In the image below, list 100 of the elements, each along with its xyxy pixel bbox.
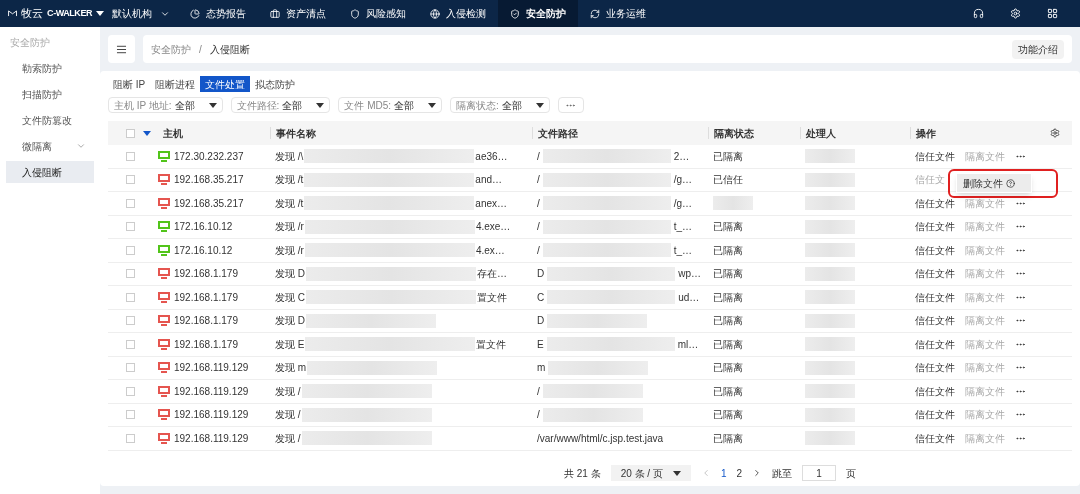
sidebar-item[interactable]: 入侵阻断 <box>6 161 94 183</box>
checkbox[interactable] <box>126 245 135 255</box>
checkbox[interactable] <box>126 410 135 420</box>
trust-file-link[interactable]: 信任文件 <box>915 430 955 446</box>
nav-tab[interactable]: 安全防护 <box>498 0 578 27</box>
status-text: 已隔离 <box>713 338 743 350</box>
filter-select[interactable]: 文件路径: 全部 <box>230 97 331 113</box>
checkbox[interactable] <box>126 339 135 349</box>
table-cell-text: D <box>537 314 545 329</box>
pie-chart-icon <box>190 8 200 19</box>
host-ip: 192.168.1.179 <box>174 337 238 352</box>
blurred-area <box>805 149 855 164</box>
sidebar-item[interactable]: 勒索防护 <box>6 57 94 79</box>
table-cell-text: / <box>537 173 540 188</box>
nav-tab[interactable]: 态势报告 <box>178 0 258 27</box>
grid-icon[interactable] <box>1047 8 1058 19</box>
blurred-area <box>713 196 753 211</box>
host-ip: 192.168.35.217 <box>174 173 244 188</box>
trust-file-link[interactable]: 信任文件 <box>915 219 955 235</box>
page-size-select[interactable]: 20 条 / 页 <box>610 465 691 481</box>
cycle-icon <box>590 8 600 19</box>
trust-file-link[interactable]: 信任文件 <box>915 360 955 376</box>
table-cell-text: 发现 /\ <box>275 149 304 164</box>
nav-tab[interactable]: 风险感知 <box>338 0 418 27</box>
caret-icon <box>208 102 217 108</box>
host-ip: 192.168.35.217 <box>174 196 244 211</box>
table-cell-text: /var/www/html/c.jsp.test.java <box>537 431 664 446</box>
status-text: 已隔离 <box>713 221 743 233</box>
checkbox[interactable] <box>126 363 135 373</box>
checkbox[interactable] <box>126 128 135 138</box>
table-cell-text: 发现 /r <box>275 243 304 258</box>
trust-file-link[interactable]: 信任文件 <box>915 336 955 352</box>
checkbox[interactable] <box>126 151 135 161</box>
checkbox[interactable] <box>126 386 135 396</box>
host-ip: 192.168.1.179 <box>174 290 238 305</box>
page-number[interactable]: 1 <box>720 465 727 481</box>
blurred-area <box>805 313 855 328</box>
table-cell-text: /g… <box>673 196 693 211</box>
table-cell-text: wp… <box>678 267 702 282</box>
host-ip: 172.30.232.237 <box>174 149 244 164</box>
sort-caret-icon <box>143 130 151 136</box>
caret-icon <box>96 11 104 16</box>
filter-select[interactable]: 文件 MD5: 全部 <box>338 97 443 113</box>
page-input[interactable]: 1 <box>802 465 837 481</box>
intro-button[interactable]: 功能介绍 <box>1012 39 1064 59</box>
checkbox[interactable] <box>126 433 135 443</box>
table-cell-text: 发现 /r <box>275 220 304 235</box>
blurred-area <box>805 360 855 375</box>
column-header: 操作 <box>916 126 936 141</box>
table-cell-text: 置文件 <box>477 290 507 305</box>
checkbox[interactable] <box>126 175 135 185</box>
table-cell-text: /g… <box>673 173 693 188</box>
table-cell-text: ae36… <box>475 149 508 164</box>
table-cell-text: / <box>537 408 540 423</box>
status-text: 已隔离 <box>713 362 743 374</box>
checkbox[interactable] <box>126 222 135 232</box>
nav-tab[interactable]: 业务运维 <box>578 0 658 27</box>
table-cell-text: D <box>537 267 545 282</box>
headset-icon[interactable] <box>973 8 984 19</box>
checkbox[interactable] <box>126 292 135 302</box>
nav-tab[interactable]: 资产清点 <box>258 0 338 27</box>
settings-icon[interactable] <box>1050 128 1060 138</box>
checkbox[interactable] <box>126 198 135 208</box>
sidebar-item[interactable]: 扫描防护 <box>6 83 94 105</box>
checkbox[interactable] <box>126 269 135 279</box>
blurred-area <box>805 243 855 258</box>
tab[interactable]: 文件处置 <box>200 76 251 92</box>
table-cell-text: m <box>537 361 546 376</box>
sidebar-item[interactable]: 微隔离 <box>6 135 94 157</box>
trust-file-link[interactable]: 信任文件 <box>915 148 955 164</box>
trust-file-link[interactable]: 信任文件 <box>915 313 955 329</box>
page-number[interactable]: 2 <box>736 465 743 481</box>
table-cell-text: 存在… <box>477 267 507 282</box>
breadcrumb-current: 入侵阻断 <box>209 42 250 57</box>
table-cell-text: 发现 / <box>275 384 301 399</box>
table-cell-text: anex… <box>475 196 508 211</box>
checkbox[interactable] <box>126 316 135 326</box>
breadcrumb-link[interactable]: 安全防护 <box>151 41 191 57</box>
trust-file-link[interactable]: 信任文件 <box>915 242 955 258</box>
globe-icon <box>430 8 440 19</box>
status-text: 已隔离 <box>713 315 743 327</box>
menu-icon <box>116 43 127 55</box>
trust-file-link[interactable]: 信任文件 <box>915 195 955 211</box>
sidebar-item[interactable]: 文件防篡改 <box>6 109 94 131</box>
delete-file-menu-item[interactable]: 删除文件 <box>957 174 1031 193</box>
trust-file-link[interactable]: 信任文件 <box>915 266 955 282</box>
host-ip: 192.168.1.179 <box>174 267 238 282</box>
filter-select[interactable]: 隔离状态: 全部 <box>450 97 550 113</box>
organization-select[interactable]: 默认机构 <box>104 0 178 27</box>
breadcrumb-separator: / <box>199 42 202 57</box>
trust-file-link[interactable]: 信任文件 <box>915 289 955 305</box>
trust-file-link[interactable]: 信任文件 <box>915 407 955 423</box>
total-count: 共 21 条 <box>563 466 601 481</box>
menu-button[interactable] <box>108 35 135 63</box>
status-text: 已隔离 <box>713 291 743 303</box>
host-ip: 172.16.10.12 <box>174 243 233 258</box>
nav-tab[interactable]: 入侵检测 <box>418 0 498 27</box>
status-text: 已隔离 <box>713 432 743 444</box>
filter-select[interactable]: 主机 IP 地址: 全部 <box>108 97 223 113</box>
trust-file-link[interactable]: 信任文件 <box>915 383 955 399</box>
